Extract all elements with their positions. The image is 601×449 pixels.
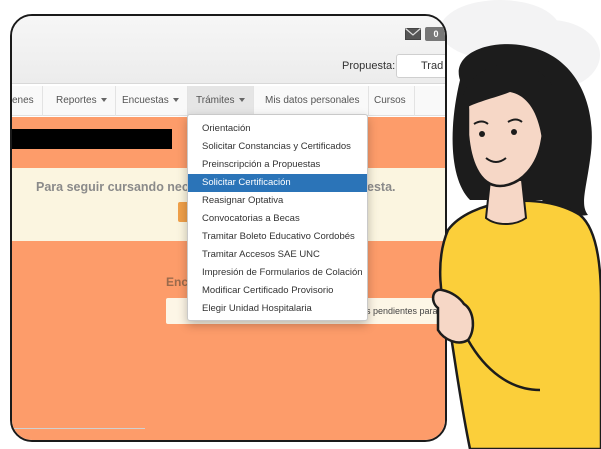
nav-item-label: Reportes bbox=[56, 95, 97, 106]
menu-item-solicitar-certificacion[interactable]: Solicitar Certificación bbox=[188, 174, 367, 192]
nav-item-encuestas[interactable]: Encuestas bbox=[114, 86, 188, 116]
menu-item-accesos-sae[interactable]: Tramitar Accesos SAE UNC bbox=[188, 246, 367, 264]
nav-item-label: Cursos bbox=[374, 95, 406, 106]
menu-item-preinscripcion[interactable]: Preinscripción a Propuestas bbox=[188, 156, 367, 174]
menu-item-reasignar-optativa[interactable]: Reasignar Optativa bbox=[188, 192, 367, 210]
menu-item-solicitar-constancias[interactable]: Solicitar Constancias y Certificados bbox=[188, 138, 367, 156]
menu-item-certificado-provisorio[interactable]: Modificar Certificado Provisorio bbox=[188, 282, 367, 300]
tramites-dropdown: Orientación Solicitar Constancias y Cert… bbox=[187, 114, 368, 321]
mail-icon[interactable] bbox=[405, 28, 421, 40]
nav-item-label: enes bbox=[12, 95, 34, 106]
nav-item-label: Mis datos personales bbox=[265, 95, 360, 106]
redacted-bar bbox=[12, 129, 172, 149]
footer-divider bbox=[12, 428, 145, 429]
caret-down-icon bbox=[100, 98, 107, 102]
menu-item-orientacion[interactable]: Orientación bbox=[188, 120, 367, 138]
nav-item-tramites[interactable]: Trámites bbox=[188, 86, 254, 116]
menu-item-formularios-colacion[interactable]: Impresión de Formularios de Colación bbox=[188, 264, 367, 282]
caret-down-icon bbox=[238, 98, 245, 102]
menu-item-convocatorias-becas[interactable]: Convocatorias a Becas bbox=[188, 210, 367, 228]
nav-item-mis-datos[interactable]: Mis datos personales bbox=[257, 86, 369, 116]
nav-item-reportes[interactable]: Reportes bbox=[48, 86, 116, 116]
neck bbox=[484, 179, 528, 225]
eye-left bbox=[479, 131, 485, 137]
menu-item-unidad-hospitalaria[interactable]: Elegir Unidad Hospitalaria bbox=[188, 300, 367, 318]
nav-item-examenes[interactable]: enes bbox=[12, 86, 43, 116]
mail-badge[interactable]: 0 bbox=[425, 27, 445, 41]
caret-down-icon bbox=[172, 98, 179, 102]
eye-right bbox=[511, 129, 517, 135]
nav-item-cursos[interactable]: Cursos bbox=[366, 86, 415, 116]
main-nav: enes Reportes Encuestas Trámites Mis dat… bbox=[12, 86, 445, 116]
woman-illustration bbox=[431, 44, 601, 449]
alert-text: Para seguir cursando nec bbox=[36, 180, 189, 194]
nav-item-label: Trámites bbox=[196, 95, 235, 106]
top-bar: 0 Propuesta: Trad bbox=[12, 16, 445, 84]
propuesta-label: Propuesta: bbox=[342, 60, 396, 72]
menu-item-boleto-educativo[interactable]: Tramitar Boleto Educativo Cordobés bbox=[188, 228, 367, 246]
encuestas-heading: Enc bbox=[166, 275, 189, 289]
nav-item-label: Encuestas bbox=[122, 95, 169, 106]
alert-text-end: esta. bbox=[367, 180, 396, 194]
